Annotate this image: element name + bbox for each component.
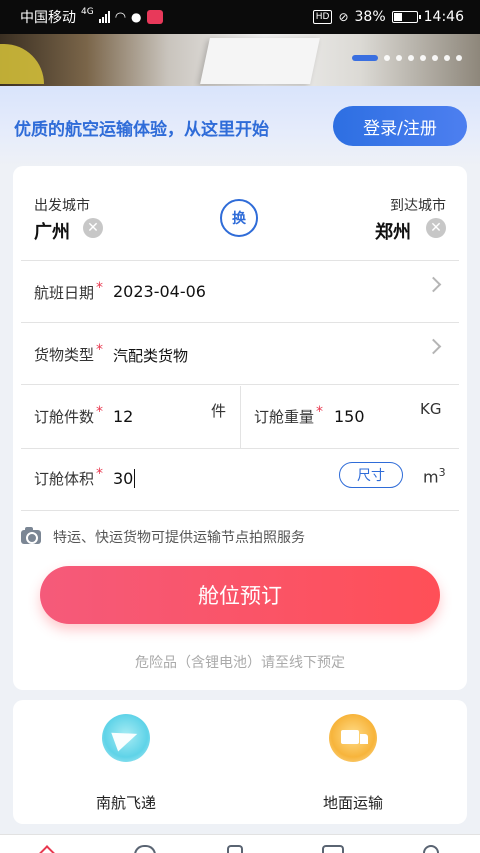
pieces-label: 订舱件数 * [34,404,104,426]
truck-icon [329,714,377,762]
banner-dot[interactable] [444,55,450,61]
required-mark: * [96,404,104,420]
banner-dot[interactable] [456,55,462,61]
volume-label: 订舱体积 * [34,466,104,488]
status-right: HD ⊘ 38% 14:46 [312,9,464,25]
divider [21,448,459,449]
tracking-tab-icon[interactable] [134,845,156,853]
volume-input[interactable]: 30 [113,469,136,488]
pieces-input[interactable]: 12 [113,407,133,426]
weight-unit: KG [420,400,442,418]
chevron-right-icon[interactable] [425,338,442,355]
weight-label: 订舱重量 * [254,404,324,426]
banner-dot[interactable] [420,55,426,61]
required-mark: * [316,404,324,420]
swap-cities-icon[interactable]: 换 [220,199,258,237]
services-card: 南航飞递 地面运输 [13,700,467,824]
service-express[interactable]: 南航飞递 [56,714,196,813]
banner-parcel-image [200,38,320,84]
service-ground[interactable]: 地面运输 [283,714,423,813]
required-mark: * [96,466,104,482]
cargo-type-value[interactable]: 汽配类货物 [113,345,188,366]
clock: 14:46 [423,9,464,25]
booking-form-card: 出发城市 广州 ✕ 换 到达城市 郑州 ✕ 航班日期 * 2023-04-06 货… [13,166,467,690]
cargo-type-label: 货物类型 * [34,342,104,364]
banner-image-part [0,44,44,84]
clear-origin-icon[interactable]: ✕ [83,218,103,238]
required-mark: * [96,280,104,296]
battery-level [393,13,402,21]
flight-date-label: 航班日期 * [34,280,104,302]
size-button[interactable]: 尺寸 [339,462,403,488]
status-left: 中国移动 4G ◠ ● [20,7,163,27]
banner-dot[interactable] [396,55,402,61]
clear-destination-icon[interactable]: ✕ [426,218,446,238]
divider [21,322,459,323]
flight-date-value[interactable]: 2023-04-06 [113,282,206,301]
bottom-tab-bar [0,834,480,853]
vertical-divider [240,386,241,448]
book-space-button[interactable]: 舱位预订 [40,566,440,624]
weight-input[interactable]: 150 [334,407,365,426]
destination-city-label: 到达城市 [390,198,446,214]
mute-icon: ⊘ [338,10,349,24]
banner-dot[interactable] [352,55,378,61]
network-type: 4G [81,7,94,17]
required-mark: * [96,342,104,358]
chevron-right-icon[interactable] [425,276,442,293]
divider [21,510,459,511]
banner-dot[interactable] [384,55,390,61]
photo-service-note: 特运、快运货物可提供运输节点拍照服务 [53,530,305,546]
signal-icon [98,11,110,23]
banner-dot[interactable] [432,55,438,61]
camera-icon [21,527,41,544]
banner-dot[interactable] [408,55,414,61]
divider [21,384,459,385]
origin-city-label: 出发城市 [34,198,90,214]
cargo-tab-icon[interactable] [322,845,344,853]
service-label: 南航飞递 [95,794,156,812]
destination-city-value[interactable]: 郑州 [375,218,411,244]
wechat-icon: ● [131,10,142,24]
dangerous-goods-note: 危险品（含锂电池）请至线下预定 [135,655,345,671]
orders-tab-icon[interactable] [227,845,243,853]
banner-pagination[interactable] [352,55,462,61]
wifi-icon: ◠ [114,9,127,25]
app-notification-icon [146,10,163,24]
profile-tab-icon[interactable] [423,845,439,853]
service-label: 地面运输 [322,794,383,812]
pieces-unit: 件 [211,402,227,420]
carrier-name: 中国移动 [20,10,76,26]
home-tab-icon[interactable] [37,845,57,853]
promo-banner[interactable] [0,34,480,86]
volume-unit: m3 [423,466,446,487]
hd-icon: HD [312,10,333,24]
battery-percent: 38% [354,9,386,25]
status-bar: 中国移动 4G ◠ ● HD ⊘ 38% 14:46 [0,0,480,34]
login-register-button[interactable]: 登录/注册 [333,106,467,146]
plane-icon [102,714,150,762]
origin-city-value[interactable]: 广州 [34,218,70,244]
divider [21,260,459,261]
slogan: 优质的航空运输体验，从这里开始 [14,120,269,140]
battery-icon [391,11,421,23]
